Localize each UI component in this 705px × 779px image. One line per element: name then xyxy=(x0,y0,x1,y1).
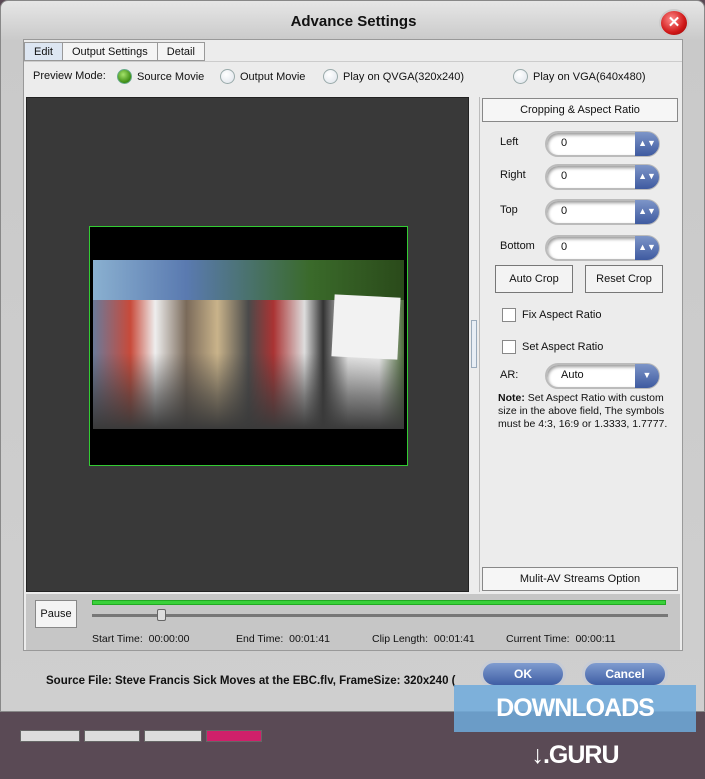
end-time: End Time: 00:01:41 xyxy=(236,633,330,645)
video-preview xyxy=(26,97,469,592)
preview-mode-label: Preview Mode: xyxy=(33,70,106,82)
ar-value: Auto xyxy=(561,369,584,381)
spin-arrows-icon[interactable]: ▲▼ xyxy=(635,236,659,260)
playback-controls: Pause Start Time: 00:00:00 End Time: 00:… xyxy=(26,594,680,650)
left-label: Left xyxy=(500,136,519,148)
radio-icon xyxy=(220,69,235,84)
radio-source-movie[interactable]: Source Movie xyxy=(117,69,204,84)
crop-frame[interactable] xyxy=(89,226,408,466)
ar-dropdown[interactable]: Auto ▼ xyxy=(545,363,660,389)
window-title: Advance Settings xyxy=(290,13,417,30)
top-value: 0 xyxy=(561,205,568,217)
close-icon[interactable]: ✕ xyxy=(659,9,689,37)
checkbox-label: Fix Aspect Ratio xyxy=(522,309,602,321)
tab-edit[interactable]: Edit xyxy=(24,42,63,61)
right-label: Right xyxy=(500,169,526,181)
reset-crop-button[interactable]: Reset Crop xyxy=(585,265,663,293)
spin-arrows-icon[interactable]: ▲▼ xyxy=(635,165,659,189)
fix-aspect-checkbox[interactable]: Fix Aspect Ratio xyxy=(502,308,601,322)
pause-button[interactable]: Pause xyxy=(35,600,77,628)
radio-icon xyxy=(513,69,528,84)
radio-label: Play on QVGA(320x240) xyxy=(343,70,465,83)
crop-section-header[interactable]: Cropping & Aspect Ratio xyxy=(482,98,678,122)
radio-label: Output Movie xyxy=(240,70,306,83)
right-value: 0 xyxy=(561,170,568,182)
source-file-info: Source File: Steve Francis Sick Moves at… xyxy=(46,675,456,687)
video-frame-image xyxy=(93,260,404,429)
top-label: Top xyxy=(500,204,518,216)
content-area: Edit Output Settings Detail Preview Mode… xyxy=(23,39,683,688)
right-spinner[interactable]: 0 ▲▼ xyxy=(545,164,660,190)
bottom-spinner[interactable]: 0 ▲▼ xyxy=(545,235,660,261)
seek-track[interactable] xyxy=(92,614,668,617)
checkbox-label: Set Aspect Ratio xyxy=(522,341,604,353)
radio-label: Source Movie xyxy=(137,70,205,83)
radio-icon xyxy=(323,69,338,84)
radio-play-qvga[interactable]: Play on QVGA(320x240) xyxy=(323,69,464,84)
seek-thumb[interactable] xyxy=(157,609,167,621)
auto-crop-button[interactable]: Auto Crop xyxy=(495,265,573,293)
tab-detail[interactable]: Detail xyxy=(156,42,205,61)
spin-arrows-icon[interactable]: ▲▼ xyxy=(635,200,659,224)
cancel-button[interactable]: Cancel xyxy=(582,660,668,688)
taskbar-item[interactable] xyxy=(84,730,140,742)
radio-play-vga[interactable]: Play on VGA(640x480) xyxy=(513,69,646,84)
downloads-guru-watermark: DOWNLOADS ↓.GURU xyxy=(454,685,696,769)
tab-bar: Edit Output Settings Detail xyxy=(24,42,205,61)
crop-panel: Cropping & Aspect Ratio Left 0 ▲▼ Right 0… xyxy=(479,97,679,592)
advance-settings-window: Advance Settings ✕ Edit Output Settings … xyxy=(0,0,705,712)
chevron-down-icon[interactable]: ▼ xyxy=(635,364,659,388)
radio-selected-icon xyxy=(117,69,132,84)
ok-button[interactable]: OK xyxy=(480,660,566,688)
taskbar-item[interactable] xyxy=(206,730,262,742)
checkbox-icon xyxy=(502,340,516,354)
tab-output-settings[interactable]: Output Settings xyxy=(61,42,158,61)
trim-range-bar[interactable] xyxy=(92,600,666,605)
radio-label: Play on VGA(640x480) xyxy=(533,70,646,83)
set-aspect-checkbox[interactable]: Set Aspect Ratio xyxy=(502,340,603,354)
note-bold: Note: xyxy=(498,392,525,404)
left-spinner[interactable]: 0 ▲▼ xyxy=(545,131,660,157)
preview-mode-row: Preview Mode: Source Movie Output Movie … xyxy=(24,61,682,91)
current-time: Current Time: 00:00:11 xyxy=(506,633,616,645)
checkbox-icon xyxy=(502,308,516,322)
splitter-handle[interactable] xyxy=(471,320,477,368)
ar-label: AR: xyxy=(500,369,519,381)
radio-output-movie[interactable]: Output Movie xyxy=(220,69,305,84)
clip-length: Clip Length: 00:01:41 xyxy=(372,633,475,645)
left-value: 0 xyxy=(561,137,568,149)
taskbar-item[interactable] xyxy=(20,730,80,742)
top-spinner[interactable]: 0 ▲▼ xyxy=(545,199,660,225)
bottom-value: 0 xyxy=(561,241,568,253)
spin-arrows-icon[interactable]: ▲▼ xyxy=(635,132,659,156)
multi-av-streams-button[interactable]: Mulit-AV Streams Option xyxy=(482,567,678,591)
taskbar-item[interactable] xyxy=(144,730,202,742)
aspect-note: Note: Set Aspect Ratio with custom size … xyxy=(498,392,678,431)
bottom-label: Bottom xyxy=(500,240,535,252)
start-time: Start Time: 00:00:00 xyxy=(92,633,190,645)
